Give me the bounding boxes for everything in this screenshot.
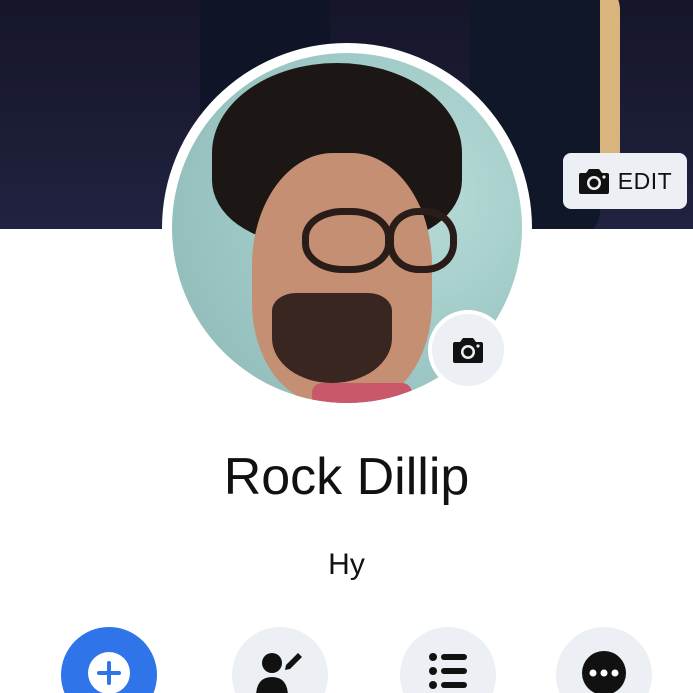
change-avatar-button[interactable]	[428, 310, 508, 390]
camera-icon	[578, 169, 609, 194]
more-icon	[582, 651, 626, 693]
add-circle-icon	[88, 652, 130, 693]
profile-name: Rock Dillip	[223, 448, 470, 506]
avatar-glasses	[387, 208, 457, 273]
more-options-button[interactable]	[556, 627, 652, 693]
edit-cover-button[interactable]: EDIT	[563, 153, 687, 209]
avatar-glasses	[302, 208, 392, 273]
add-story-button[interactable]	[61, 627, 157, 693]
edit-profile-icon	[256, 653, 302, 693]
camera-icon	[453, 338, 483, 363]
avatar-beard	[272, 293, 392, 383]
edit-profile-button[interactable]	[232, 627, 328, 693]
activity-log-button[interactable]	[400, 627, 496, 693]
avatar-shirt	[312, 383, 412, 403]
list-icon	[429, 653, 467, 689]
profile-bio: Hy	[328, 548, 365, 581]
edit-cover-label: EDIT	[617, 167, 673, 194]
